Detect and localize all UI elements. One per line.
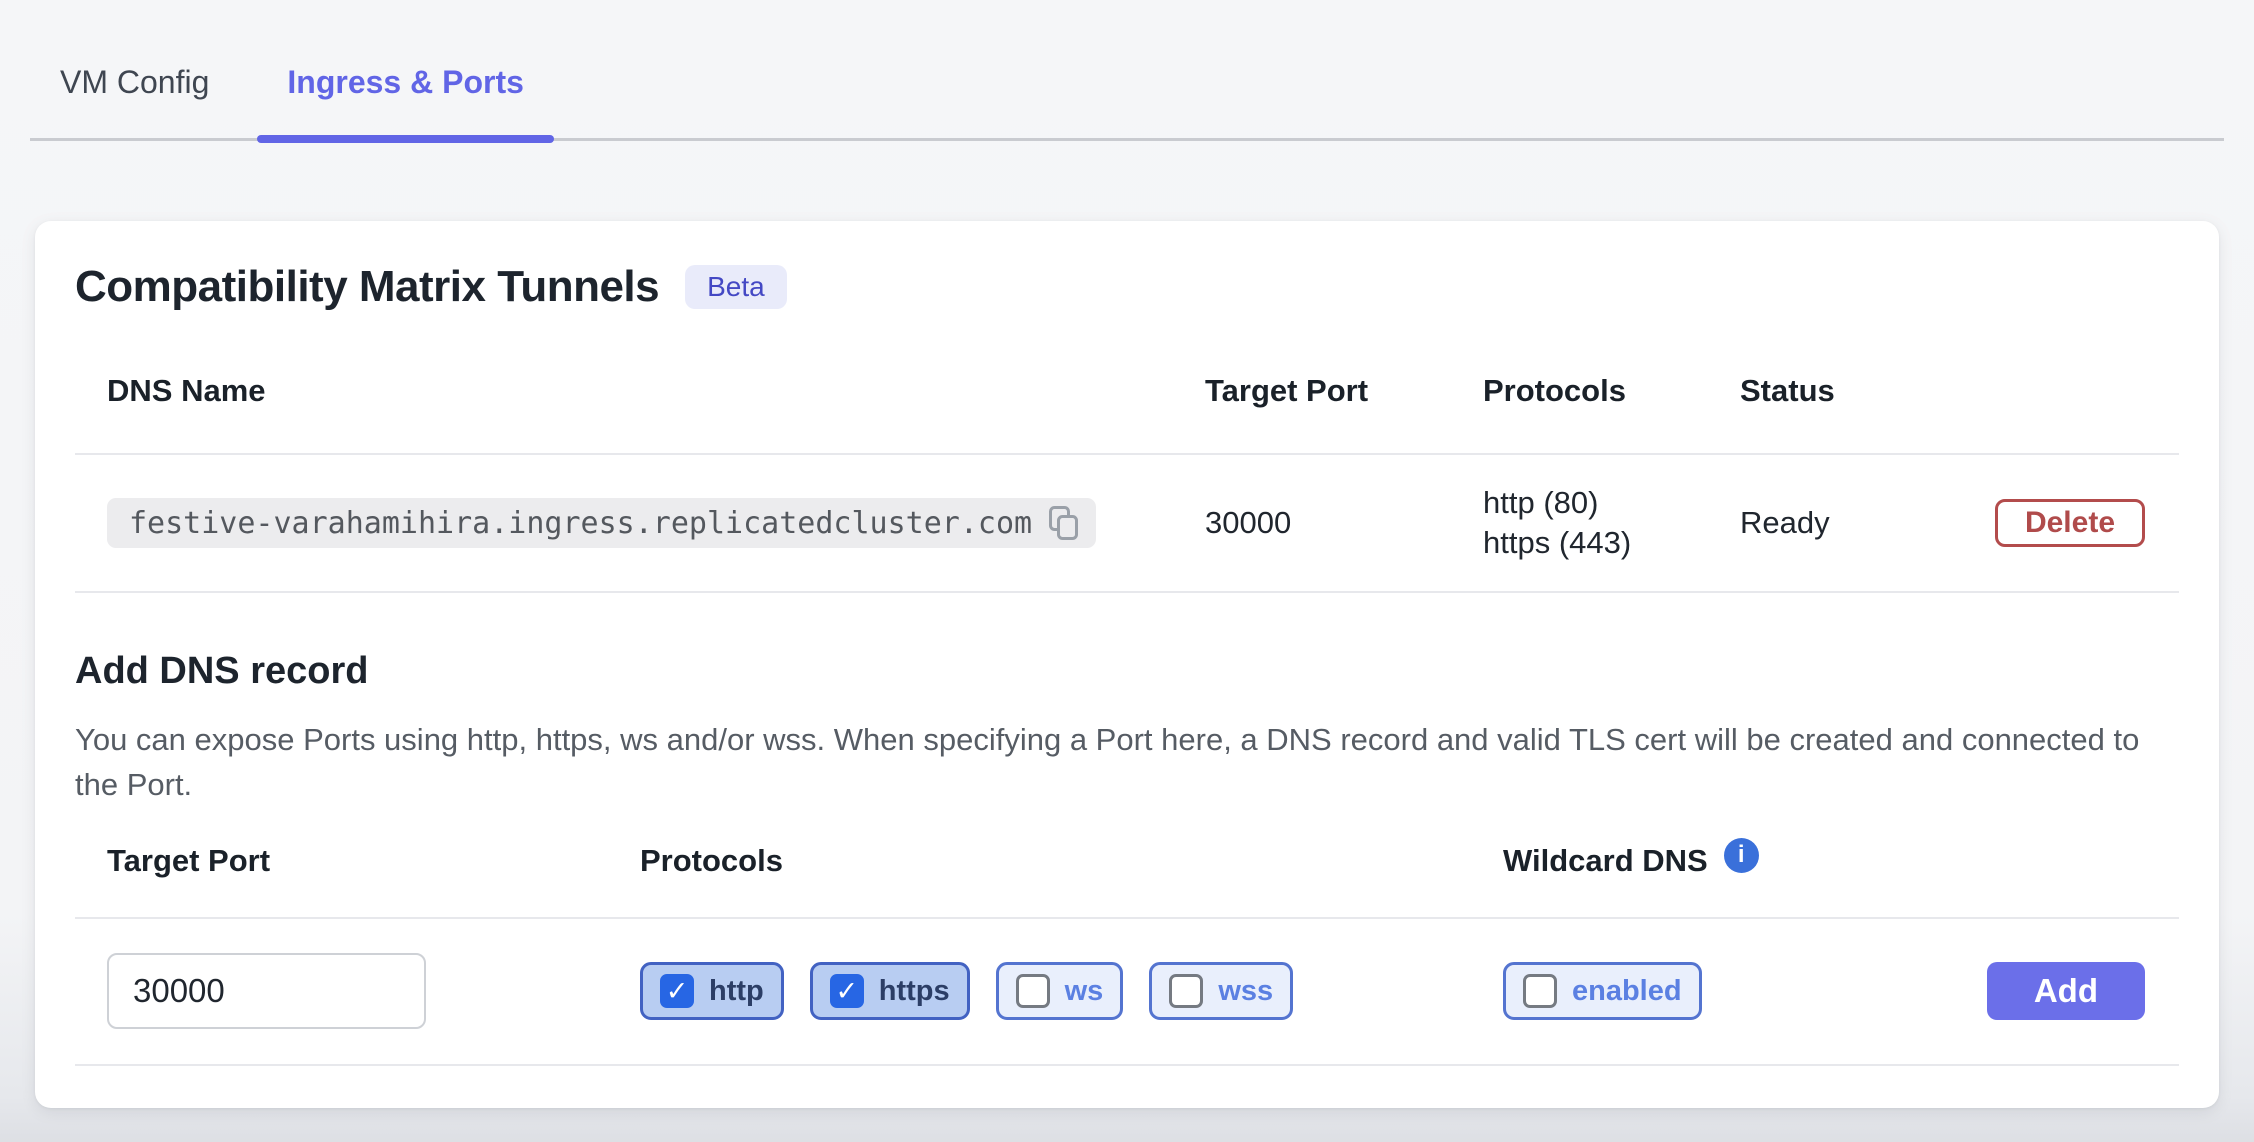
wildcard-chip-label: enabled (1572, 975, 1682, 1008)
page-title: Compatibility Matrix Tunnels (75, 259, 659, 315)
protocol-chip-label: https (879, 975, 950, 1008)
checkbox-icon (660, 974, 694, 1008)
checkbox-icon (830, 974, 864, 1008)
add-dns-record-heading: Add DNS record (75, 647, 2179, 695)
form-header-row: Target Port Protocols Wildcard DNS (75, 843, 2179, 919)
target-port-input[interactable] (107, 953, 426, 1029)
actions-cell: Delete (1990, 499, 2179, 547)
tab-bar: VM Config Ingress & Ports (30, 0, 2224, 141)
protocol-line-https: https (443) (1483, 523, 1740, 563)
table-header-row: DNS Name Target Port Protocols Status (75, 315, 2179, 455)
checkbox-icon (1016, 974, 1050, 1008)
target-port-cell: 30000 (1205, 505, 1483, 541)
form-label-protocols: Protocols (640, 843, 1503, 879)
target-port-field-cell (75, 953, 640, 1029)
column-header-dns-name: DNS Name (75, 373, 1205, 409)
form-label-target-port: Target Port (75, 843, 640, 879)
delete-button[interactable]: Delete (1995, 499, 2145, 547)
tab-ingress-ports[interactable]: Ingress & Ports (257, 62, 554, 138)
wildcard-field-cell: enabled (1503, 962, 1990, 1020)
add-button[interactable]: Add (1987, 962, 2145, 1020)
panel-title-row: Compatibility Matrix Tunnels Beta (75, 259, 2179, 315)
dns-name-cell: festive-varahamihira.ingress.replicatedc… (75, 498, 1205, 548)
protocol-chip-label: ws (1065, 975, 1104, 1008)
protocol-checkbox-wss[interactable]: wss (1149, 962, 1293, 1020)
protocol-checkbox-http[interactable]: http (640, 962, 784, 1020)
table-row: festive-varahamihira.ingress.replicatedc… (75, 455, 2179, 593)
form-label-wildcard-dns: Wildcard DNS (1503, 843, 1708, 879)
protocols-field-cell: http https ws wss (640, 962, 1503, 1020)
column-header-status: Status (1740, 373, 1990, 409)
add-dns-record-description: You can expose Ports using http, https, … (75, 717, 2155, 807)
copy-icon[interactable] (1048, 505, 1080, 541)
protocol-chip-label: wss (1218, 975, 1273, 1008)
checkbox-icon (1169, 974, 1203, 1008)
protocol-chip-row: http https ws wss (640, 962, 1503, 1020)
wildcard-dns-checkbox[interactable]: enabled (1503, 962, 1702, 1020)
protocol-chip-label: http (709, 975, 764, 1008)
dns-name-pill: festive-varahamihira.ingress.replicatedc… (107, 498, 1096, 548)
tab-vm-config[interactable]: VM Config (30, 62, 239, 138)
dns-name-value: festive-varahamihira.ingress.replicatedc… (129, 506, 1032, 541)
protocol-line-http: http (80) (1483, 483, 1740, 523)
protocols-cell: http (80) https (443) (1483, 483, 1740, 563)
form-label-wildcard-dns-wrap: Wildcard DNS (1503, 843, 1990, 879)
protocol-checkbox-ws[interactable]: ws (996, 962, 1124, 1020)
tab-vm-config-label: VM Config (60, 64, 209, 100)
info-icon[interactable] (1724, 838, 1759, 873)
tab-ingress-ports-label: Ingress & Ports (287, 64, 524, 100)
form-row: http https ws wss enabled (75, 919, 2179, 1066)
status-cell: Ready (1740, 505, 1990, 541)
protocol-checkbox-https[interactable]: https (810, 962, 970, 1020)
tunnels-panel: Compatibility Matrix Tunnels Beta DNS Na… (35, 221, 2219, 1108)
beta-badge: Beta (685, 265, 787, 309)
column-header-target-port: Target Port (1205, 373, 1483, 409)
add-button-cell: Add (1990, 962, 2179, 1020)
checkbox-icon (1523, 974, 1557, 1008)
column-header-protocols: Protocols (1483, 371, 1740, 411)
